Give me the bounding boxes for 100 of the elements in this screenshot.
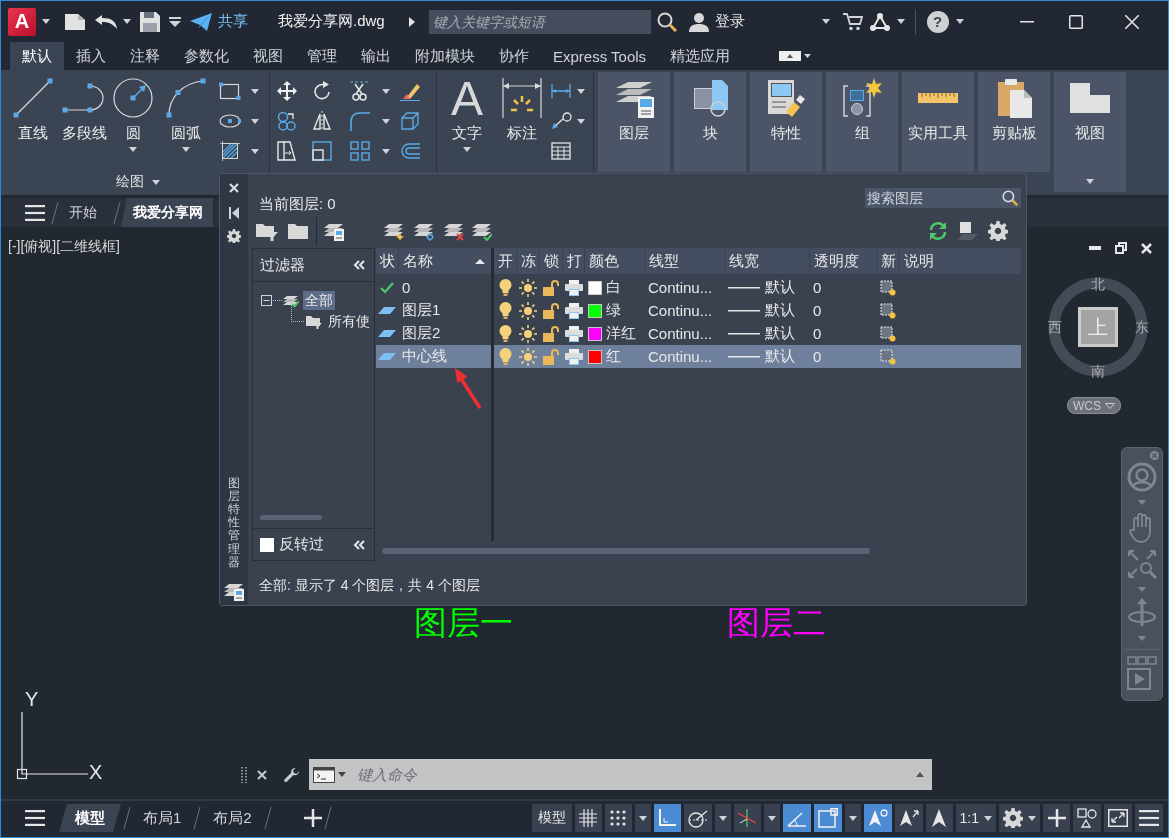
- swatch-icon[interactable]: [588, 326, 602, 341]
- command-line-bar[interactable]: 键入命令: [309, 759, 932, 790]
- layout-tab[interactable]: 模型: [59, 804, 121, 832]
- help-button[interactable]: ?: [926, 10, 949, 33]
- text-tool-button[interactable]: A 文字: [437, 72, 497, 172]
- grid-toggle[interactable]: [574, 804, 602, 832]
- column-header[interactable]: 冻: [517, 248, 539, 274]
- layer-states-icon[interactable]: [324, 221, 344, 241]
- search-field[interactable]: 键入关键字或短语: [428, 9, 651, 34]
- horizontal-scrollbar[interactable]: [382, 548, 870, 554]
- horizontal-scrollbar[interactable]: [260, 515, 322, 520]
- caret-icon[interactable]: [577, 88, 585, 94]
- parallelogram-icon[interactable]: [378, 307, 396, 314]
- lightbulb-icon[interactable]: [498, 302, 512, 319]
- compass-ring[interactable]: [1048, 277, 1148, 377]
- settings-icon[interactable]: [227, 229, 241, 243]
- customize-button[interactable]: [1043, 804, 1070, 832]
- panel-button[interactable]: 视图: [1054, 72, 1126, 192]
- ribbon-tab[interactable]: 附加模块: [403, 42, 487, 70]
- cart-icon[interactable]: [842, 12, 863, 31]
- double-chevron-icon[interactable]: [353, 260, 365, 270]
- column-header[interactable]: 打: [563, 248, 584, 274]
- caret-icon[interactable]: [821, 19, 830, 24]
- ribbon-tab[interactable]: 管理: [295, 42, 349, 70]
- fillet-icon[interactable]: [350, 111, 370, 131]
- compass-label[interactable]: 北: [1091, 276, 1105, 292]
- annotation-visibility-toggle[interactable]: [863, 804, 892, 832]
- panel-button[interactable]: 图层: [598, 72, 670, 172]
- caret-icon[interactable]: [251, 118, 259, 124]
- object-snap-toggle[interactable]: [813, 804, 842, 832]
- rotate-icon[interactable]: [312, 81, 332, 101]
- ellipse-icon[interactable]: [219, 114, 241, 128]
- snap-toggle[interactable]: [604, 804, 632, 832]
- caret-icon[interactable]: [251, 148, 259, 154]
- ribbon-tab[interactable]: 插入: [64, 42, 118, 70]
- sun-icon[interactable]: [519, 324, 537, 343]
- right-arrow-icon[interactable]: [408, 16, 415, 27]
- compass-label[interactable]: 西: [1048, 319, 1062, 335]
- draw-tool-button[interactable]: 圆: [109, 72, 157, 172]
- search-icon[interactable]: [656, 11, 677, 32]
- square-shadow-icon[interactable]: [958, 222, 978, 240]
- parallelogram-icon[interactable]: [378, 330, 396, 337]
- refresh-icon[interactable]: [928, 221, 948, 241]
- draw-tool-button[interactable]: 多段线: [59, 72, 109, 172]
- caret-icon[interactable]: [916, 772, 924, 777]
- delete-layer-icon[interactable]: [444, 221, 464, 241]
- folder-icon[interactable]: [288, 223, 308, 239]
- file-tab[interactable]: 开始: [59, 198, 107, 227]
- ribbon-tab[interactable]: 默认: [10, 42, 64, 70]
- command-input[interactable]: 键入命令: [355, 765, 916, 784]
- circles-icon[interactable]: [277, 111, 297, 131]
- undo-icon[interactable]: [95, 14, 117, 29]
- panel-button[interactable]: 特性: [750, 72, 822, 172]
- menu-icon[interactable]: [25, 204, 45, 221]
- frame-sun-icon[interactable]: [880, 348, 896, 365]
- filter-tree-item[interactable]: 全部: [303, 291, 335, 310]
- sign-in-button[interactable]: 登录: [688, 11, 745, 32]
- printer-icon[interactable]: [564, 279, 583, 296]
- column-header[interactable]: 新: [877, 248, 899, 274]
- layout-tab[interactable]: 布局1: [133, 804, 192, 832]
- column-header[interactable]: 名称: [399, 248, 491, 274]
- hatch-icon[interactable]: [220, 141, 240, 161]
- ribbon-tab[interactable]: 协作: [487, 42, 541, 70]
- dropdown-button[interactable]: [714, 804, 731, 832]
- folder-filter-icon[interactable]: [256, 221, 278, 241]
- viewport-label[interactable]: [-][俯视][二维线框]: [8, 238, 120, 254]
- status-menu-button[interactable]: [1135, 804, 1163, 832]
- isodraft-toggle[interactable]: [733, 804, 761, 832]
- check-icon[interactable]: [380, 281, 394, 294]
- ribbon-tab[interactable]: Express Tools: [541, 42, 659, 70]
- linear-dimension-icon[interactable]: [551, 84, 571, 98]
- menu-icon[interactable]: [25, 810, 45, 826]
- filter-tree-item[interactable]: 所有使: [326, 312, 372, 331]
- caret-icon[interactable]: [382, 148, 390, 154]
- array-icon[interactable]: [350, 141, 370, 161]
- dropdown-button[interactable]: [763, 804, 780, 832]
- set-current-icon[interactable]: [472, 221, 492, 241]
- frame-sun-icon[interactable]: [880, 325, 896, 342]
- lightbulb-icon[interactable]: [498, 325, 512, 342]
- offset-icon[interactable]: [400, 141, 420, 161]
- frame-sun-icon[interactable]: [880, 302, 896, 319]
- column-header[interactable]: 锁: [540, 248, 562, 274]
- unlocked-icon[interactable]: [543, 325, 559, 342]
- minimize-icon[interactable]: [1019, 20, 1034, 23]
- invert-filter-checkbox[interactable]: [260, 537, 274, 552]
- unlocked-icon[interactable]: [543, 302, 559, 319]
- command-prompt-icon[interactable]: [313, 766, 335, 783]
- wrench-icon[interactable]: [284, 766, 300, 783]
- column-header[interactable]: 透明度: [810, 248, 876, 274]
- caret-icon[interactable]: [896, 19, 905, 24]
- search-icon[interactable]: [1002, 190, 1018, 206]
- share-button[interactable]: 共享: [190, 12, 248, 31]
- unlocked-icon[interactable]: [543, 279, 559, 296]
- column-header[interactable]: 状: [376, 248, 398, 274]
- column-header[interactable]: 线宽: [725, 248, 809, 274]
- caret-icon[interactable]: [42, 19, 50, 24]
- draw-tool-button[interactable]: 圆弧: [157, 72, 215, 172]
- lightbulb-icon[interactable]: [498, 279, 512, 296]
- caret-icon[interactable]: [955, 19, 964, 24]
- workspace-button[interactable]: [999, 804, 1040, 832]
